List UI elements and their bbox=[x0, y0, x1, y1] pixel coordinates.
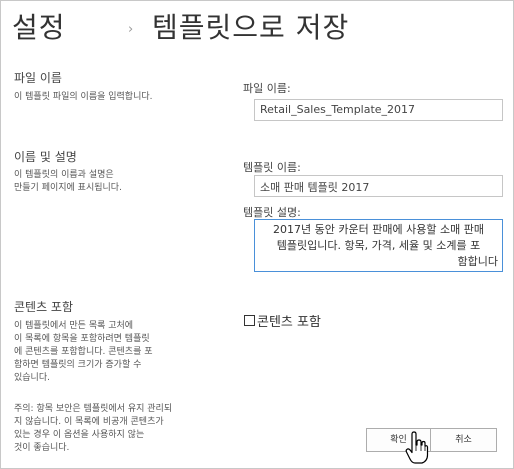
content-description-line-1: 이 템플릿에서 만든 목록 고처에 bbox=[14, 321, 134, 331]
template-description-line-2: 템플릿입니다. 항목, 가격, 세율 및 소계를 포 bbox=[276, 239, 481, 252]
template-description-line-1: 2017년 동안 카운터 판매에 사용할 소매 판매 bbox=[273, 223, 484, 236]
section-title-include-content: 콘텐츠 포함 bbox=[14, 300, 74, 314]
include-content-label[interactable]: 콘텐츠 포함 bbox=[257, 311, 321, 330]
section-description-name-line-1: 이 템플릿의 이름과 설명은 bbox=[14, 170, 114, 180]
section-title-name-description: 이름 및 설명 bbox=[14, 150, 77, 164]
content-description-line-2: 이 목록에 항목을 포함하려면 템플릿 bbox=[14, 334, 150, 344]
template-description-line-3: 함합니다 bbox=[457, 255, 498, 268]
section-description-file-name: 이 템플릿 파일의 이름을 입력합니다. bbox=[14, 92, 153, 102]
breadcrumb-separator-icon: › bbox=[128, 22, 134, 37]
include-content-checkbox-row[interactable]: 콘텐츠 포함 bbox=[244, 311, 321, 330]
breadcrumb-root[interactable]: 설정 bbox=[12, 6, 66, 46]
content-note-line-1: 주의: 항목 보안은 템플릿에서 유지 관리되 bbox=[14, 404, 173, 414]
file-name-label: 파일 이름: bbox=[243, 82, 291, 95]
template-name-label: 템플릿 이름: bbox=[243, 161, 301, 174]
hand-pointer-cursor-icon bbox=[405, 431, 429, 464]
template-name-input[interactable]: 소매 판매 템플릿 2017 bbox=[254, 175, 503, 197]
include-content-checkbox[interactable] bbox=[244, 315, 255, 326]
content-description-line-3: 에 콘텐츠를 포함합니다. 콘텐츠를 포 bbox=[14, 347, 153, 357]
content-note-line-3: 있는 경우 이 옵션을 사용하지 않는 bbox=[14, 430, 145, 440]
template-description-textarea[interactable]: 2017년 동안 카운터 판매에 사용할 소매 판매 템플릿입니다. 항목, 가… bbox=[254, 219, 503, 272]
template-description-label: 템플릿 설명: bbox=[243, 206, 301, 219]
content-description-line-4: 함하면 템플릿의 크기가 증가할 수 bbox=[14, 360, 142, 370]
page-title: 템플릿으로 저장 bbox=[152, 11, 350, 44]
cancel-button[interactable]: 취소 bbox=[430, 428, 497, 452]
section-title-file-name: 파일 이름 bbox=[14, 71, 62, 85]
file-name-input[interactable]: Retail_Sales_Template_2017 bbox=[254, 99, 503, 121]
section-description-name-line-2: 만들기 페이지에 표시됩니다. bbox=[14, 183, 122, 193]
content-note-line-4: 것이 좋습니다. bbox=[14, 443, 70, 453]
content-note-line-2: 지 않습니다. 이 목록에 비공개 콘텐츠가 bbox=[14, 417, 164, 427]
content-description-line-5: 있습니다. bbox=[14, 373, 50, 383]
